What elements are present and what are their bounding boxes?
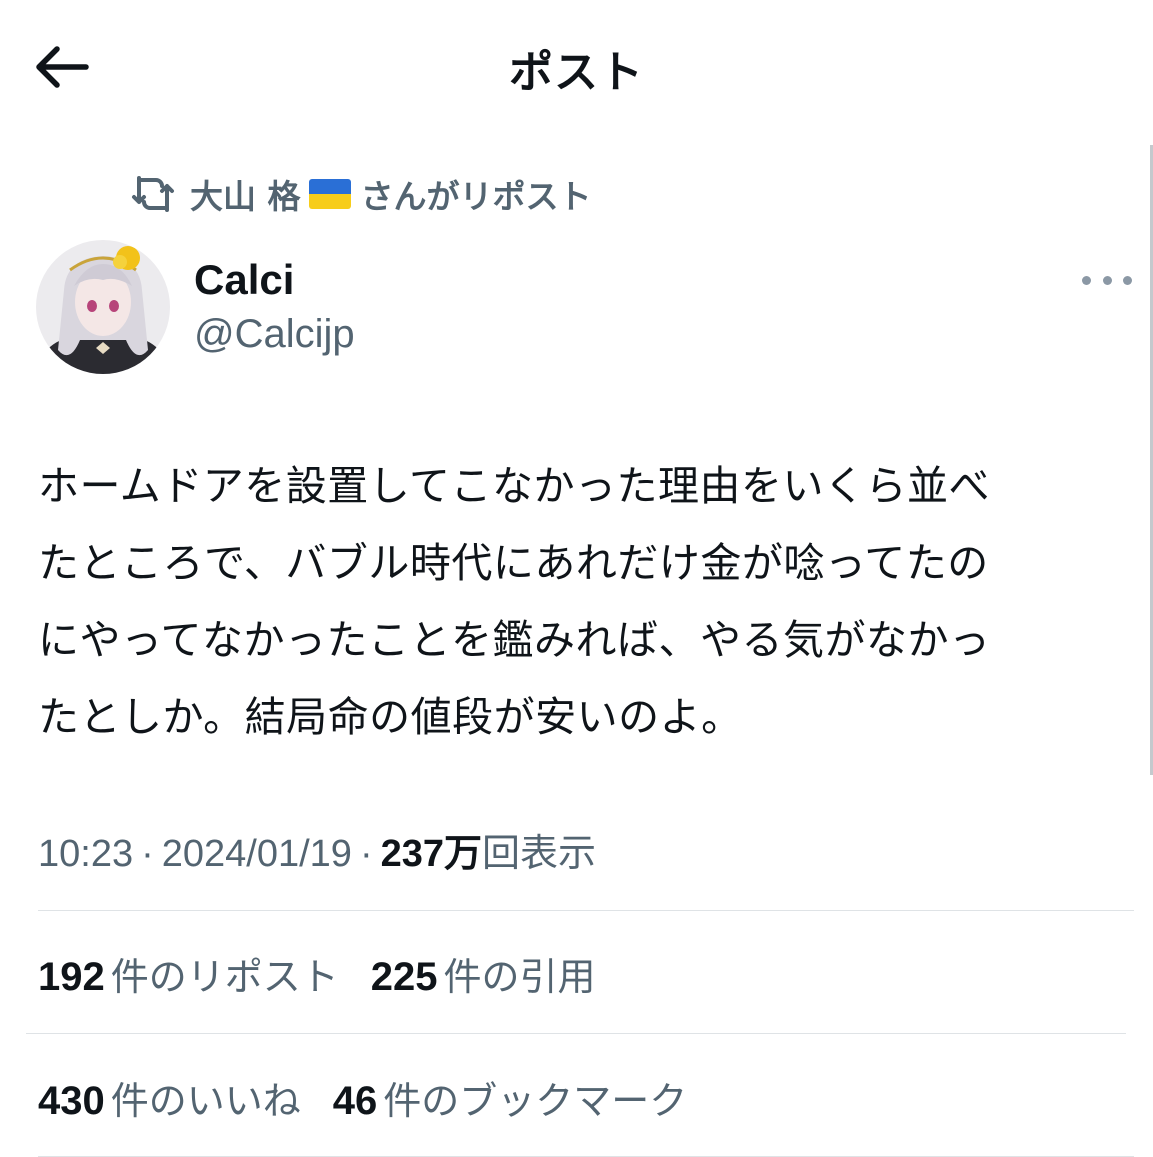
views-count: 237万 (380, 833, 482, 875)
top-bar: ポスト (0, 0, 1153, 130)
post-date[interactable]: 2024/01/19 (162, 833, 352, 875)
divider (26, 1033, 1126, 1034)
stats-row-reactions: 430 件のいいね 46 件のブックマーク (38, 1070, 719, 1125)
likes-stat[interactable]: 430 件のいいね (38, 1070, 301, 1125)
quotes-stat[interactable]: 225 件の引用 (371, 946, 596, 1001)
avatar-image (36, 240, 170, 374)
reposts-count: 192 (38, 955, 105, 999)
likes-label: 件のいいね (110, 1079, 301, 1123)
more-options-button[interactable] (1082, 266, 1132, 294)
quotes-count: 225 (370, 955, 438, 999)
quotes-label: 件の引用 (443, 955, 596, 999)
repost-suffix: さんがリポスト (360, 177, 592, 216)
repost-context: 大山 格 さんがリポスト (130, 170, 592, 218)
bookmarks-label: 件のブックマーク (383, 1079, 688, 1123)
bookmarks-stat[interactable]: 46 件のブックマーク (333, 1070, 688, 1125)
reposts-label: 件のリポスト (110, 955, 339, 999)
avatar[interactable] (36, 240, 170, 374)
meta-separator: · (141, 833, 154, 875)
reposter-name[interactable]: 大山 格 (190, 170, 301, 218)
post-time[interactable]: 10:23 (38, 833, 133, 875)
views-label: 回表示 (482, 833, 597, 875)
repost-icon (132, 176, 174, 212)
page-title: ポスト (509, 47, 644, 98)
likes-count: 430 (38, 1079, 105, 1123)
post-meta: 10:23 · 2024/01/19 · 237万回表示 (38, 822, 596, 877)
more-horizontal-icon (1082, 275, 1091, 285)
stats-row-engagement: 192 件のリポスト 225 件の引用 (38, 946, 628, 1001)
reposts-stat[interactable]: 192 件のリポスト (38, 946, 339, 1001)
divider (38, 910, 1134, 911)
author-handle[interactable]: @Calcijp (194, 312, 355, 357)
bookmarks-count: 46 (332, 1079, 378, 1123)
author-display-name[interactable]: Calci (194, 256, 294, 304)
post-body: ホームドアを設置してこなかった理由をいくら並べ たところで、バブル時代にあれだけ… (38, 462, 991, 741)
ukraine-flag-icon (308, 179, 351, 209)
meta-separator: · (359, 833, 373, 875)
